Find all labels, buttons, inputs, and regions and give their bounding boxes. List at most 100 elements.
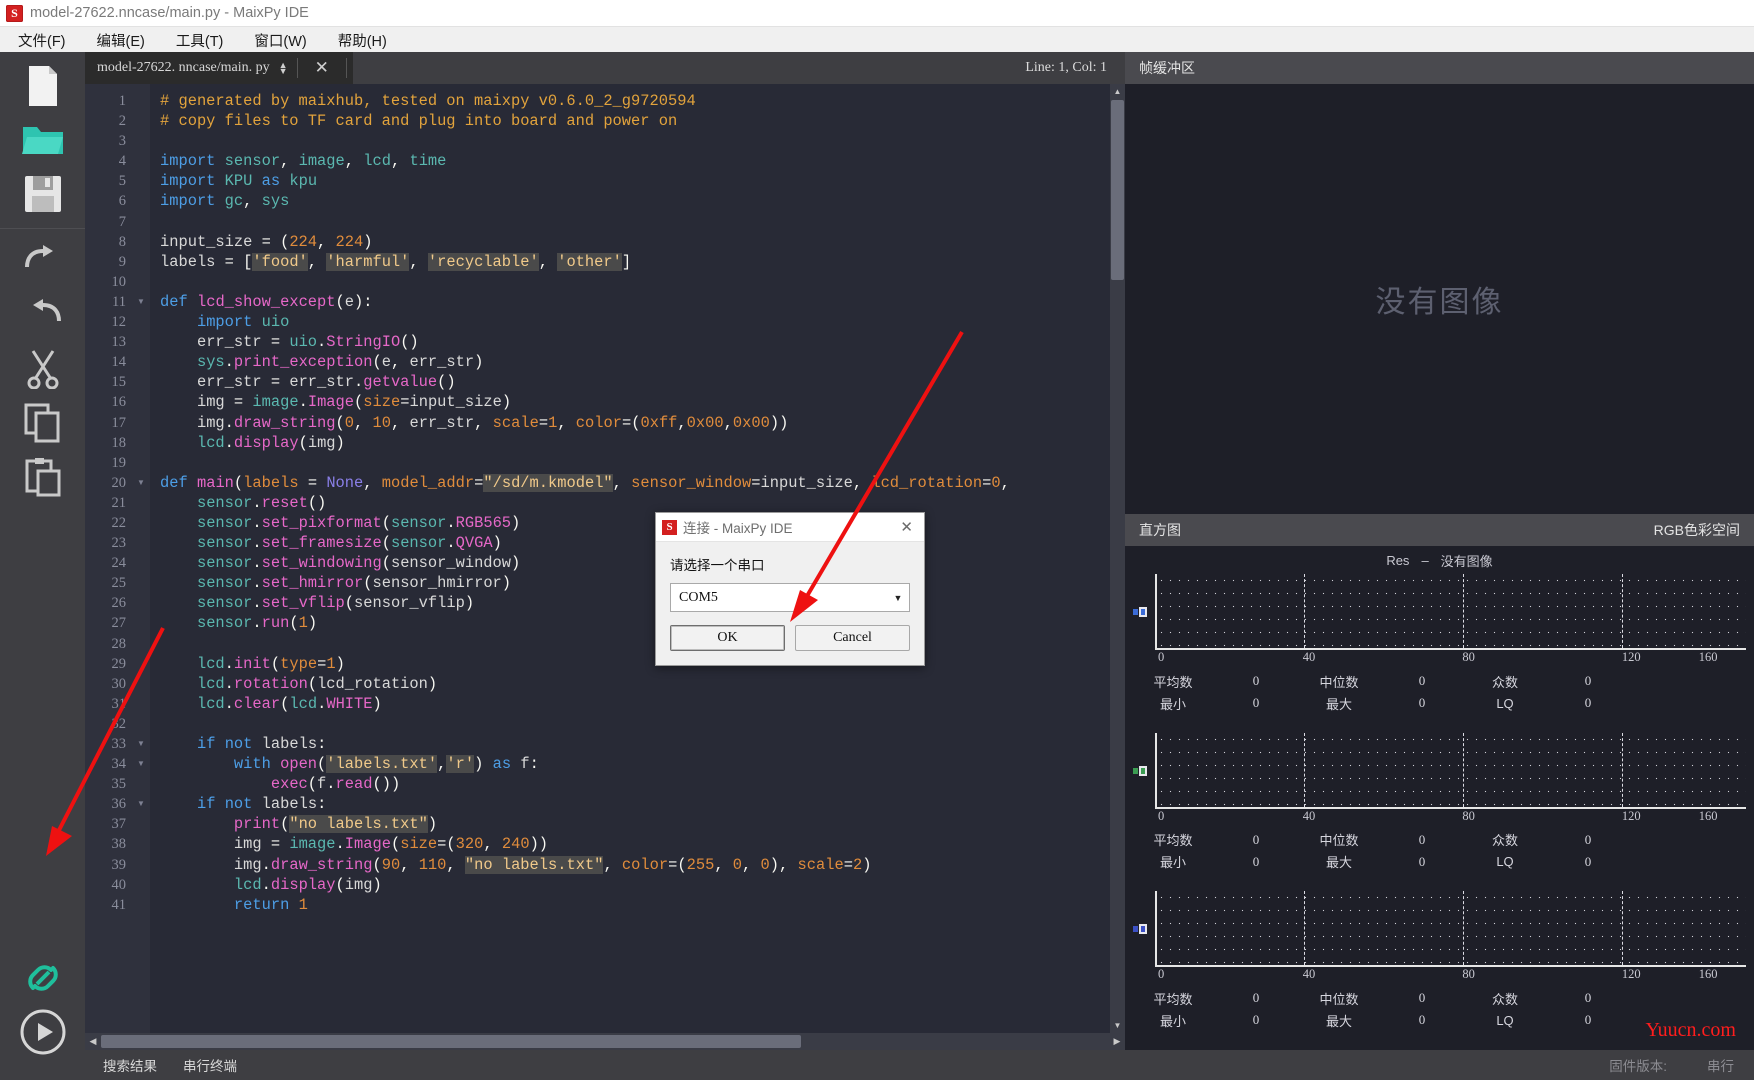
cut-button[interactable] xyxy=(14,343,72,395)
menu-file[interactable]: 文件(F) xyxy=(14,28,70,53)
stat-label: 众数 xyxy=(1457,989,1553,1008)
dialog-title-bar: S 连接 - MaixPy IDE ✕ xyxy=(656,513,924,542)
code-line xyxy=(160,634,1110,654)
menu-window[interactable]: 窗口(W) xyxy=(250,28,310,53)
axis-tick-label: 0 xyxy=(1158,967,1164,982)
copy-button[interactable] xyxy=(14,397,72,449)
stat-label: 最大 xyxy=(1291,1011,1387,1030)
redo-button[interactable] xyxy=(14,289,72,341)
fold-spacer xyxy=(132,131,150,151)
title-bar: S model-27622.nncase/main.py - MaixPy ID… xyxy=(0,0,1754,27)
code-line: def lcd_show_except(e): xyxy=(160,292,1110,312)
code-line xyxy=(160,453,1110,473)
fold-spacer xyxy=(132,834,150,854)
fold-spacer xyxy=(132,352,150,372)
stat-value: 0 xyxy=(1553,1012,1623,1028)
stat-label: LQ xyxy=(1457,696,1553,711)
axis-tick-label: 120 xyxy=(1622,650,1641,665)
close-tab-icon[interactable]: ✕ xyxy=(307,58,337,78)
code-line: sensor.set_framesize(sensor.QVGA) xyxy=(160,533,1110,553)
editor-tab[interactable]: model-27622. nncase/main. py ▲▼ ✕ xyxy=(85,52,353,84)
dialog-close-icon[interactable]: ✕ xyxy=(893,518,920,536)
status-tab-search-results[interactable]: 搜索结果 xyxy=(103,1055,157,1075)
line-number: 10 xyxy=(85,272,132,292)
fold-spacer xyxy=(132,392,150,412)
code-line: img.draw_string(0, 10, err_str, scale=1,… xyxy=(160,413,1110,433)
code-line: lcd.clear(lcd.WHITE) xyxy=(160,694,1110,714)
scroll-up-arrow-icon[interactable]: ▲ xyxy=(1110,84,1125,99)
colorspace-label[interactable]: RGB色彩空间 xyxy=(1654,520,1740,540)
stat-value: 0 xyxy=(1553,854,1623,870)
cancel-button[interactable]: Cancel xyxy=(795,625,910,651)
code-line: sensor.run(1) xyxy=(160,613,1110,633)
code-line: import sensor, image, lcd, time xyxy=(160,151,1110,171)
ok-button[interactable]: OK xyxy=(670,625,785,651)
histogram-stat-row: 最小0最大0LQ0 xyxy=(1125,851,1754,873)
stat-value: 0 xyxy=(1387,854,1457,870)
save-file-button[interactable] xyxy=(14,168,72,220)
paste-button[interactable] xyxy=(14,451,72,503)
connect-button[interactable] xyxy=(14,952,72,1004)
line-number: 32 xyxy=(85,714,132,734)
line-number: 33 xyxy=(85,734,132,754)
framebuffer-placeholder: 没有图像 xyxy=(1376,277,1504,321)
open-file-button[interactable] xyxy=(14,114,72,166)
code-fold-column[interactable]: ▼▼▼▼▼ xyxy=(132,84,150,1033)
histogram-plot xyxy=(1155,574,1746,650)
connect-dialog: S 连接 - MaixPy IDE ✕ 请选择一个串口 COM5 ▼ OK Ca… xyxy=(655,512,925,666)
fold-spacer xyxy=(132,895,150,915)
vertical-scroll-thumb[interactable] xyxy=(1111,100,1124,280)
fold-toggle-icon[interactable]: ▼ xyxy=(132,292,150,312)
scroll-right-arrow-icon[interactable]: ▶ xyxy=(1109,1036,1125,1047)
fold-toggle-icon[interactable]: ▼ xyxy=(132,734,150,754)
framebuffer-header: 帧缓冲区 xyxy=(1125,52,1754,84)
horizontal-scroll-thumb[interactable] xyxy=(101,1035,801,1048)
line-number: 30 xyxy=(85,674,132,694)
fold-spacer xyxy=(132,332,150,352)
code-line: exec(f.read()) xyxy=(160,774,1110,794)
fold-toggle-icon[interactable]: ▼ xyxy=(132,473,150,493)
undo-button[interactable] xyxy=(14,235,72,287)
histogram-axis: 04080120160 xyxy=(1155,809,1746,829)
fold-toggle-icon[interactable]: ▼ xyxy=(132,794,150,814)
code-line: with open('labels.txt','r') as f: xyxy=(160,754,1110,774)
editor-vertical-scrollbar[interactable]: ▲ ▼ xyxy=(1110,84,1125,1033)
histogram-channels: 04080120160平均数0中位数0众数0最小0最大0LQ0040801201… xyxy=(1125,574,1754,1050)
stat-value: 0 xyxy=(1553,990,1623,1006)
line-number: 16 xyxy=(85,392,132,412)
histogram-plot-row xyxy=(1125,574,1754,650)
axis-tick-label: 80 xyxy=(1462,650,1475,665)
code-text-area[interactable]: # generated by maixhub, tested on maixpy… xyxy=(150,84,1110,1033)
new-file-button[interactable] xyxy=(14,60,72,112)
axis-tick-label: 40 xyxy=(1303,809,1316,824)
tab-stepper-icon[interactable]: ▲▼ xyxy=(279,62,288,74)
menu-tools[interactable]: 工具(T) xyxy=(172,28,228,53)
menu-edit[interactable]: 编辑(E) xyxy=(93,28,149,53)
dialog-button-row: OK Cancel xyxy=(670,625,910,651)
scroll-left-arrow-icon[interactable]: ◀ xyxy=(85,1036,101,1047)
stat-label: 平均数 xyxy=(1125,989,1221,1008)
scroll-down-arrow-icon[interactable]: ▼ xyxy=(1110,1018,1125,1033)
editor-tab-label: model-27622. nncase/main. py xyxy=(97,60,270,76)
chevron-down-icon[interactable]: ▼ xyxy=(887,593,909,603)
line-number: 4 xyxy=(85,151,132,171)
gridline xyxy=(1622,574,1623,648)
editor-horizontal-scrollbar[interactable]: ◀ ▶ xyxy=(85,1033,1125,1050)
fold-toggle-icon[interactable]: ▼ xyxy=(132,754,150,774)
menu-help[interactable]: 帮助(H) xyxy=(334,28,391,53)
fold-spacer xyxy=(132,674,150,694)
fold-spacer xyxy=(132,91,150,111)
serial-port-select[interactable]: COM5 ▼ xyxy=(670,583,910,612)
fold-spacer xyxy=(132,875,150,895)
run-button[interactable] xyxy=(14,1006,72,1058)
stat-label: 平均数 xyxy=(1125,830,1221,849)
stat-label: 平均数 xyxy=(1125,672,1221,691)
line-number: 25 xyxy=(85,573,132,593)
stat-value: 0 xyxy=(1221,1012,1291,1028)
line-number: 17 xyxy=(85,413,132,433)
status-tab-serial-terminal[interactable]: 串行终端 xyxy=(183,1055,237,1075)
horizontal-scroll-track[interactable] xyxy=(101,1033,1109,1050)
line-number: 8 xyxy=(85,232,132,252)
line-number: 28 xyxy=(85,634,132,654)
stat-label: 最小 xyxy=(1125,694,1221,713)
